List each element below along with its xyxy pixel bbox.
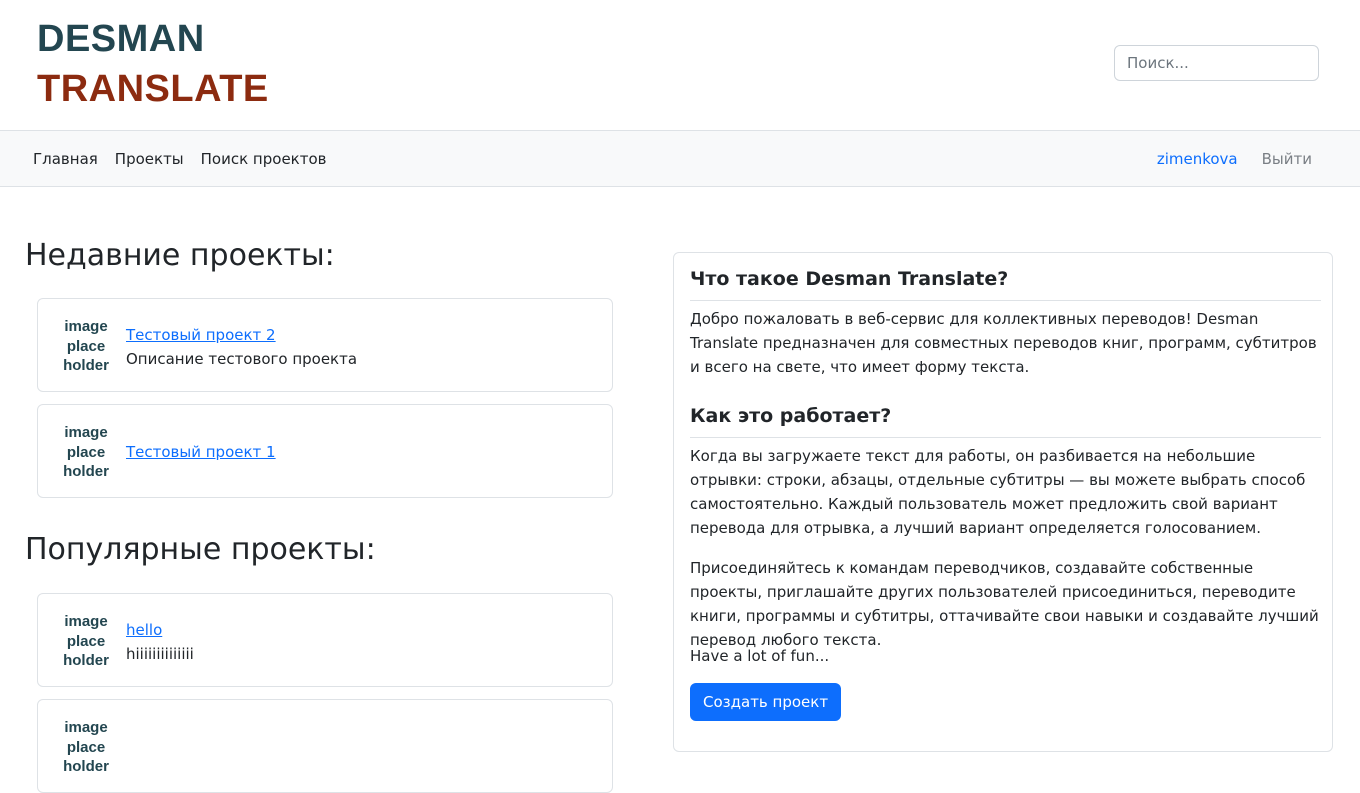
fun-text: Have a lot of fun... — [690, 647, 830, 665]
about-panel: Что такое Desman Translate? Добро пожало… — [673, 252, 1333, 752]
placeholder-word: holder — [63, 652, 109, 669]
site-logo[interactable]: DESMAN TRANSLATE — [37, 18, 269, 110]
project-card-body: hello hiiiiiiiiiiiiii — [126, 618, 194, 666]
create-project-button[interactable]: Создать проект — [690, 683, 842, 721]
image-placeholder: image place holder — [60, 317, 112, 376]
nav-item-projects[interactable]: Проекты — [115, 150, 184, 168]
logout-link[interactable]: Выйти — [1262, 150, 1312, 168]
image-placeholder: image place holder — [60, 718, 112, 777]
site-header: DESMAN TRANSLATE — [0, 0, 1360, 130]
join-paragraph: Присоединяйтесь к командам переводчиков,… — [690, 559, 1319, 649]
placeholder-word: place — [66, 738, 106, 756]
placeholder-word: holder — [63, 357, 109, 374]
project-link[interactable]: hello — [126, 618, 194, 642]
about-heading: Что такое Desman Translate? — [690, 267, 1321, 301]
recent-projects-title: Недавние проекты: — [25, 238, 335, 273]
search-input[interactable] — [1114, 45, 1319, 81]
placeholder-word: image — [64, 613, 108, 630]
project-card: image place holder Тестовый проект 1 — [37, 404, 613, 498]
nav-links: Главная Проекты Поиск проектов — [33, 131, 327, 186]
nav-item-search-projects[interactable]: Поиск проектов — [201, 150, 327, 168]
placeholder-word: image — [64, 719, 108, 736]
project-card: image place holder Тестовый проект 2 Опи… — [37, 298, 613, 392]
how-it-works-heading: Как это работает? — [690, 404, 1321, 438]
main-navbar: Главная Проекты Поиск проектов zimenkova… — [0, 130, 1360, 187]
project-card: image place holder — [37, 699, 613, 793]
image-placeholder: image place holder — [60, 612, 112, 671]
placeholder-word: holder — [63, 758, 109, 775]
project-description: Описание тестового проекта — [126, 350, 358, 368]
placeholder-word: place — [66, 443, 106, 461]
project-card-body: Тестовый проект 1 — [126, 440, 276, 464]
project-link[interactable]: Тестовый проект 2 — [126, 323, 357, 347]
project-card: image place holder hello hiiiiiiiiiiiiii — [37, 593, 613, 687]
placeholder-word: image — [64, 318, 108, 335]
logo-line-2: TRANSLATE — [37, 68, 269, 110]
nav-user-area: zimenkova Выйти — [1157, 131, 1312, 186]
placeholder-word: place — [66, 632, 106, 650]
logo-line-1: DESMAN — [37, 18, 205, 60]
placeholder-word: holder — [63, 463, 109, 480]
how-it-works-paragraph: Когда вы загружаете текст для работы, он… — [690, 447, 1306, 537]
project-link[interactable]: Тестовый проект 1 — [126, 440, 276, 464]
about-paragraph: Добро пожаловать в веб-сервис для коллек… — [690, 310, 1317, 376]
placeholder-word: place — [66, 337, 106, 355]
popular-projects-title: Популярные проекты: — [25, 532, 376, 567]
project-description: hiiiiiiiiiiiiii — [126, 645, 194, 663]
placeholder-word: image — [64, 424, 108, 441]
project-card-body: Тестовый проект 2 Описание тестового про… — [126, 323, 357, 371]
user-profile-link[interactable]: zimenkova — [1157, 150, 1238, 168]
nav-item-home[interactable]: Главная — [33, 150, 98, 168]
image-placeholder: image place holder — [60, 423, 112, 482]
